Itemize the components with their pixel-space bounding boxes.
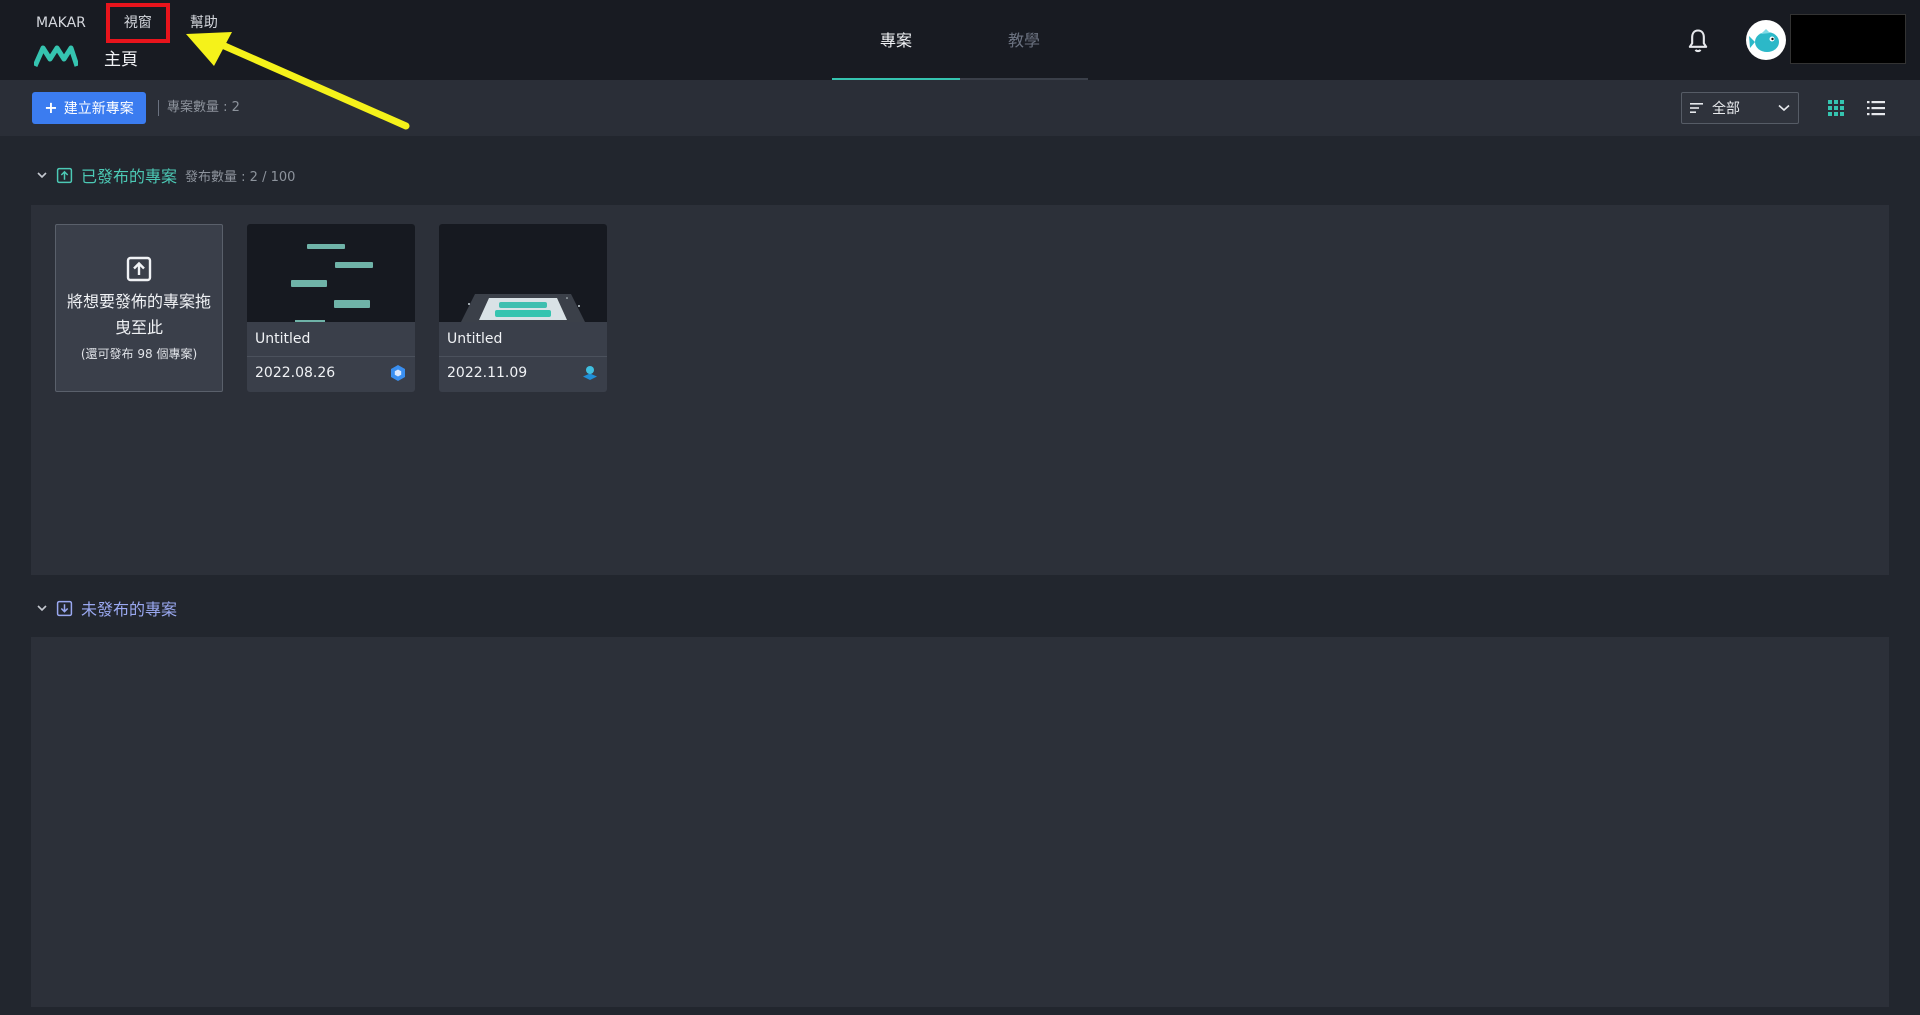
filter-value: 全部 (1712, 101, 1740, 117)
menu-item-window[interactable]: 視窗 (105, 3, 170, 43)
tab-projects[interactable]: 專案 (832, 0, 960, 80)
published-title: 已發布的專案 (81, 167, 178, 186)
grid-view-icon[interactable] (1826, 98, 1846, 118)
project-date: 2022.11.09 (447, 365, 528, 381)
published-count: 發布數量 : 2 / 100 (185, 169, 296, 185)
upload-box-icon (126, 256, 152, 281)
plus-icon: + (44, 98, 58, 117)
collapse-chevron-icon[interactable] (36, 169, 48, 181)
avatar-fish-icon (1749, 29, 1779, 52)
published-section-header[interactable]: 已發布的專案 發布數量 : 2 / 100 (36, 163, 295, 187)
unpublished-panel (31, 637, 1889, 1007)
project-thumbnail (247, 224, 415, 322)
notification-bell-icon[interactable] (1684, 27, 1712, 55)
main-tabs: 專案 教學 (832, 0, 1088, 80)
project-card[interactable]: Untitled 2022.11.09 (439, 224, 607, 392)
download-box-icon (56, 600, 73, 616)
ar-scene-thumbnail (461, 294, 585, 322)
project-toolbar: + 建立新專案 專案數量 : 2 全部 (0, 80, 1920, 136)
project-name: Untitled (447, 331, 503, 347)
new-project-label: 建立新專案 (63, 101, 134, 117)
unpublished-section-header[interactable]: 未發布的專案 (36, 596, 177, 620)
page-title: 主頁 (104, 50, 138, 70)
project-thumbnail (439, 224, 607, 322)
project-date: 2022.08.26 (255, 365, 336, 381)
sort-lines-icon (1690, 103, 1703, 113)
avatar[interactable] (1746, 20, 1786, 60)
collapse-chevron-icon[interactable] (36, 602, 48, 614)
menu-item-makar[interactable]: MAKAR (36, 13, 86, 33)
chevron-down-icon (1778, 104, 1790, 112)
publish-upload-icon (56, 167, 73, 183)
project-name: Untitled (255, 331, 311, 347)
hexagon-badge-icon (391, 365, 405, 381)
makar-logo-icon (34, 45, 78, 67)
project-card[interactable]: Untitled 2022.08.26 (247, 224, 415, 392)
new-project-button[interactable]: + 建立新專案 (32, 92, 146, 124)
menu-item-help[interactable]: 幫助 (190, 13, 218, 33)
unpublished-title: 未發布的專案 (81, 600, 178, 619)
filter-select[interactable]: 全部 (1681, 92, 1799, 124)
top-bar: MAKAR 視窗 幫助 主頁 專案 教學 (0, 0, 1920, 80)
tab-tutorials[interactable]: 教學 (960, 0, 1088, 80)
list-view-icon[interactable] (1866, 98, 1886, 118)
username-redacted (1790, 14, 1906, 64)
ar-cube-badge-icon (583, 366, 597, 380)
floating-platforms-thumbnail (291, 244, 373, 322)
publish-dropzone[interactable]: 將想要發佈的專案拖曳至此 (還可發布 98 個專案) (55, 224, 223, 392)
project-count: 專案數量 : 2 (158, 100, 240, 116)
dropzone-subtitle: (還可發布 98 個專案) (80, 346, 198, 361)
dropzone-title: 將想要發佈的專案拖曳至此 (66, 291, 211, 337)
menu-bar: MAKAR 視窗 幫助 (36, 3, 256, 43)
